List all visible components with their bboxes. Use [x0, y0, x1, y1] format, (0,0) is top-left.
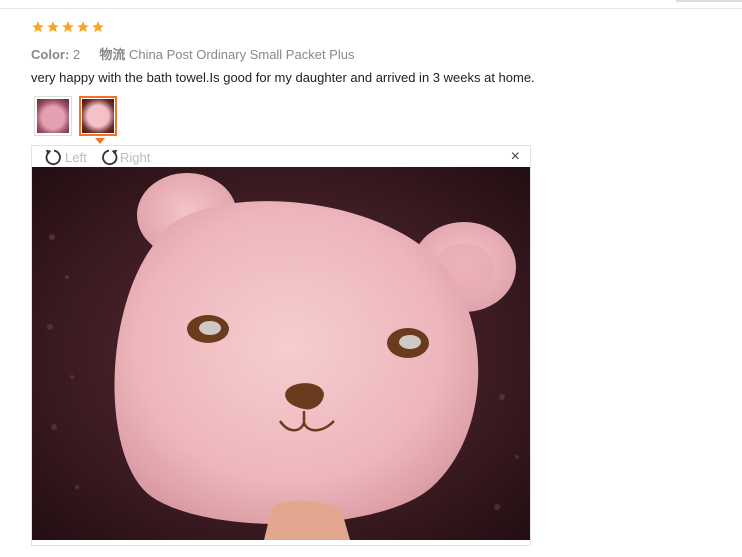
review-text: very happy with the bath towel.Is good f… [31, 70, 535, 85]
top-corner-edge [676, 0, 742, 2]
review-meta: Color: 2 物流 China Post Ordinary Small Pa… [31, 44, 354, 63]
star-icon [47, 21, 59, 33]
image-viewer: Left Right × [31, 145, 531, 546]
selected-thumbnail-indicator [95, 138, 105, 144]
star-icon [92, 21, 104, 33]
viewer-toolbar: Left Right × [32, 146, 530, 168]
color-label: Color: [31, 47, 70, 62]
shipping-label: 物流 [99, 47, 126, 62]
rotate-right-button[interactable]: Right [98, 148, 150, 166]
color-value: 2 [72, 47, 81, 62]
star-icon [62, 21, 74, 33]
top-divider [0, 8, 742, 9]
rotate-right-icon [102, 149, 118, 165]
star-rating [31, 20, 105, 40]
close-icon[interactable]: × [511, 149, 520, 165]
rotate-left-button[interactable]: Left [43, 148, 87, 166]
shipping-value: China Post Ordinary Small Packet Plus [129, 47, 355, 62]
rotate-left-label: Left [65, 149, 87, 165]
star-icon [32, 21, 44, 33]
star-icon [77, 21, 89, 33]
review-photo [32, 167, 530, 540]
thumbnail-1[interactable] [34, 96, 72, 136]
rotate-right-label: Right [120, 149, 151, 165]
rotate-left-icon [45, 149, 61, 165]
thumbnail-2[interactable] [79, 96, 117, 136]
